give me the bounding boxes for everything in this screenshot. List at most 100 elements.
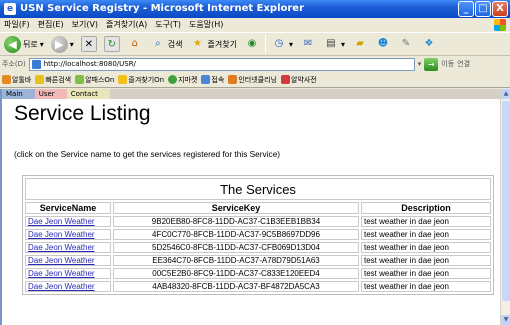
go-label[interactable]: 이동: [441, 59, 454, 69]
address-label: 주소(D): [2, 60, 26, 68]
links-item-quick-search[interactable]: 빠른검색: [35, 75, 71, 85]
links-item-label: 빠른검색: [45, 75, 72, 84]
search-label: 검색: [167, 39, 183, 49]
mail-button[interactable]: ✉: [298, 34, 318, 54]
back-arrow-icon: ◀: [4, 35, 21, 53]
column-header-servicekey: ServiceKey: [113, 202, 359, 214]
nav-main-link[interactable]: Main: [2, 89, 35, 99]
messenger-icon: ☻: [377, 38, 389, 49]
print-button[interactable]: ▤ ▾: [321, 34, 347, 54]
menu-file[interactable]: 파일(F): [4, 18, 30, 32]
printer-icon: ▤: [326, 38, 336, 49]
links-item-label: 알패스On: [85, 75, 115, 84]
messenger-button[interactable]: ☻: [373, 34, 393, 54]
links-item-label: 알약사전: [290, 75, 317, 84]
service-key-cell: 5D2546C0-8FCB-11DD-AC37-CFB069D13D04: [113, 242, 359, 253]
service-name-link[interactable]: Dae Jeon Weather: [25, 216, 111, 227]
menu-edit[interactable]: 편집(E): [38, 18, 64, 32]
page-content: Main User Contact Service Listing (click…: [0, 89, 500, 325]
scroll-up-arrow-icon[interactable]: ▲: [501, 89, 510, 99]
service-name-link[interactable]: Dae Jeon Weather: [25, 281, 111, 292]
star-icon: ★: [193, 38, 202, 49]
research-button[interactable]: ❖: [419, 34, 439, 54]
tools-button[interactable]: ✎: [396, 34, 416, 54]
links-item-dictionary[interactable]: 알약사전: [280, 75, 317, 85]
address-bar: 주소(D) http://localhost:8080/USR/ ▾ → 이동 …: [0, 56, 510, 72]
links-item-connect[interactable]: 접속: [201, 75, 224, 85]
internet-explorer-icon: e: [4, 3, 16, 15]
links-item-cleaning[interactable]: 인터넷클리닝: [228, 75, 277, 85]
folder-button[interactable]: ▰: [350, 34, 370, 54]
menu-bar: 파일(F) 편집(E) 보기(V) 즐겨찾기(A) 도구(T) 도움말(H): [0, 18, 510, 32]
minimize-button[interactable]: _: [458, 1, 474, 17]
service-name-link[interactable]: Dae Jeon Weather: [25, 268, 111, 279]
folder-icon: ▰: [356, 38, 364, 49]
dropdown-icon: ▾: [340, 39, 345, 49]
table-caption-row: The Services: [25, 178, 491, 200]
scroll-down-arrow-icon[interactable]: ▼: [501, 315, 510, 325]
menu-tools[interactable]: 도구(T): [155, 18, 181, 32]
links-item-altoolbar[interactable]: 알툴바: [2, 75, 31, 85]
table-row: Dae Jeon Weather EE364C70-8FCB-11DD-AC37…: [25, 255, 491, 266]
links-item-alpass[interactable]: 알패스On: [75, 75, 114, 85]
alpass-icon: [75, 75, 85, 84]
window-controls: _ □ X: [458, 1, 508, 17]
favorites-button[interactable]: ★ 즐겨찾기: [188, 34, 239, 54]
table-row: Dae Jeon Weather 9B20EB80-8FC8-11DD-AC37…: [25, 216, 491, 227]
address-input[interactable]: http://localhost:8080/USR/: [28, 57, 415, 71]
links-label[interactable]: 연결: [457, 59, 470, 69]
menu-favorites[interactable]: 즐겨찾기(A): [106, 18, 147, 32]
links-item-label: 알툴바: [12, 75, 32, 84]
quick-search-icon: [35, 75, 45, 84]
toolbar-separator: [264, 35, 266, 53]
forward-arrow-icon: ▶: [50, 35, 68, 53]
service-description-cell: test weather in dae jeon: [361, 229, 491, 240]
menu-view[interactable]: 보기(V): [72, 18, 98, 32]
service-description-cell: test weather in dae jeon: [361, 255, 491, 266]
page-instruction: (click on the Service name to get the se…: [14, 149, 281, 159]
stop-button[interactable]: ✕: [79, 34, 99, 54]
service-name-link[interactable]: Dae Jeon Weather: [25, 242, 111, 253]
refresh-icon: ↻: [103, 36, 120, 52]
windows-logo-icon: [494, 19, 506, 31]
nav-contact-link[interactable]: Contact: [66, 89, 110, 99]
menu-help[interactable]: 도움말(H): [189, 18, 223, 32]
refresh-button[interactable]: ↻: [102, 34, 122, 54]
search-button[interactable]: ⌕ 검색: [148, 34, 185, 54]
star-icon: [118, 75, 128, 84]
history-button[interactable]: ◷ ▾: [269, 34, 295, 54]
history-icon: ◷: [274, 38, 284, 49]
links-bar: 알툴바 빠른검색 알패스On 즐겨찾기On 지마켓 접속 인터넷클리닝 알약사전: [0, 72, 510, 88]
forward-button[interactable]: ▶ ▾: [49, 34, 76, 54]
service-key-cell: EE364C70-8FCB-11DD-AC37-A78D79D51A63: [113, 255, 359, 266]
altoolbar-icon: [2, 75, 11, 84]
service-description-cell: test weather in dae jeon: [361, 216, 491, 227]
window-title: USN Service Registry - Microsoft Interne…: [20, 3, 305, 14]
links-item-label: 즐겨찾기On: [128, 75, 165, 84]
links-item-label: 지마켓: [178, 75, 198, 84]
media-button[interactable]: ◉: [242, 34, 262, 54]
dropdown-icon: ▾: [39, 39, 44, 49]
favorites-label: 즐겨찾기: [207, 39, 237, 49]
nav-user-link[interactable]: User: [34, 89, 67, 99]
links-item-label: 접속: [211, 75, 225, 84]
service-description-cell: test weather in dae jeon: [361, 242, 491, 253]
go-button[interactable]: →: [424, 57, 439, 71]
service-key-cell: 00C5E2B0-8FC9-11DD-AC37-C833E120EED4: [113, 268, 359, 279]
back-button[interactable]: ◀ 뒤로 ▾: [2, 34, 46, 54]
service-name-link[interactable]: Dae Jeon Weather: [25, 229, 111, 240]
links-item-gmarket[interactable]: 지마켓: [168, 75, 197, 85]
vertical-scrollbar[interactable]: ▲ ▼: [500, 89, 510, 325]
close-button[interactable]: X: [492, 1, 508, 17]
page-title: Service Listing: [14, 102, 151, 125]
service-name-link[interactable]: Dae Jeon Weather: [25, 255, 111, 266]
home-button[interactable]: ⌂: [125, 34, 145, 54]
links-item-favorites-on[interactable]: 즐겨찾기On: [118, 75, 164, 85]
maximize-button[interactable]: □: [475, 1, 491, 17]
media-icon: ◉: [247, 38, 257, 49]
scrollbar-thumb[interactable]: [502, 101, 510, 301]
window-titlebar[interactable]: e USN Service Registry - Microsoft Inter…: [0, 0, 510, 18]
gmarket-icon: [168, 75, 178, 84]
table-row: Dae Jeon Weather 5D2546C0-8FCB-11DD-AC37…: [25, 242, 491, 253]
address-dropdown-icon[interactable]: ▾: [418, 60, 422, 68]
